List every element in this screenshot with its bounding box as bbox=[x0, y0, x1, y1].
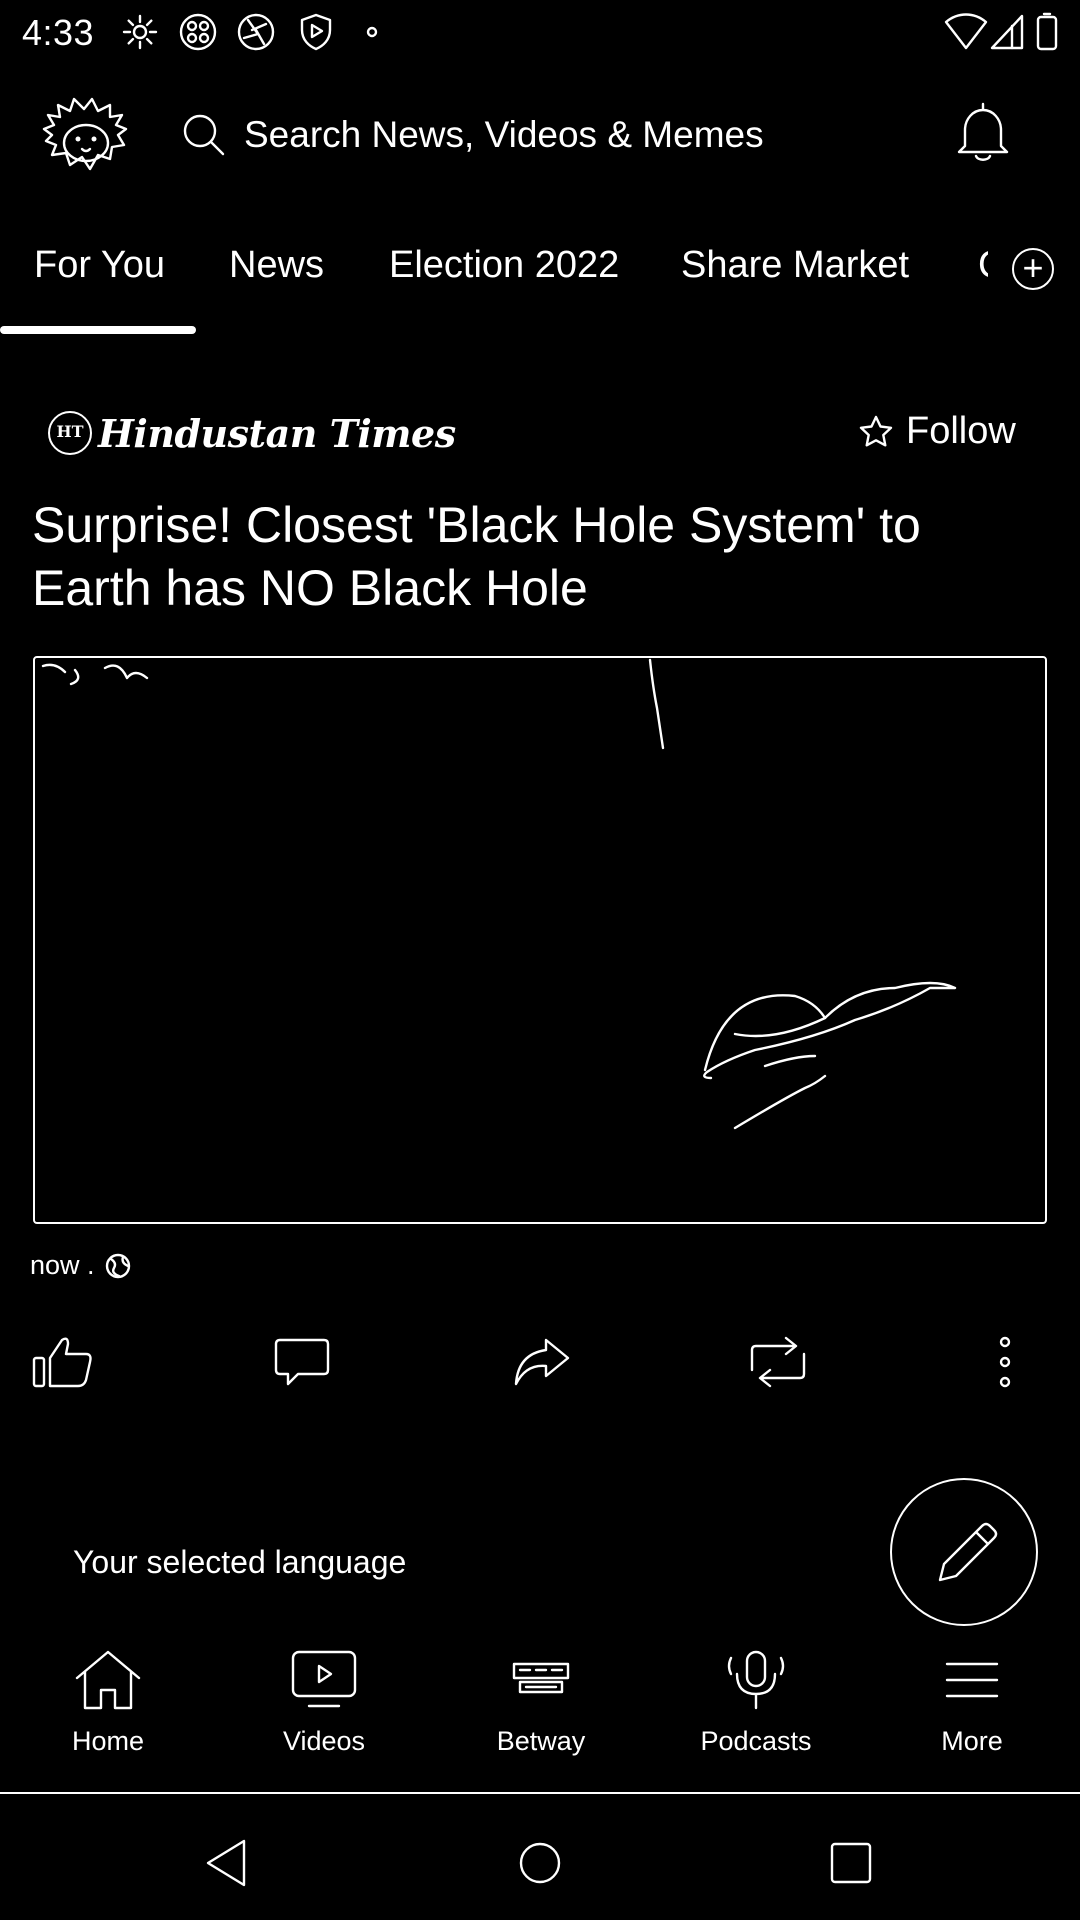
recents-icon[interactable] bbox=[823, 1835, 879, 1891]
space-planet-image[interactable] bbox=[33, 656, 1047, 1224]
nav-betway[interactable]: Betway bbox=[441, 1648, 641, 1768]
thumbs-up-icon[interactable] bbox=[32, 1334, 96, 1390]
status-time: 4:33 bbox=[22, 12, 95, 53]
home-circle-icon[interactable] bbox=[512, 1835, 568, 1891]
article-timestamp: now . bbox=[30, 1250, 95, 1280]
tab-partial[interactable]: C bbox=[978, 244, 988, 287]
language-banner-text[interactable]: Your selected language bbox=[73, 1544, 406, 1581]
tab-for-you[interactable]: For You bbox=[34, 244, 165, 287]
active-tab-indicator bbox=[0, 326, 196, 334]
home-icon bbox=[75, 1650, 141, 1710]
plus-circle-icon[interactable]: + bbox=[1012, 248, 1054, 290]
publisher-logo[interactable]: HT Hindustan Times bbox=[48, 408, 456, 458]
menu-icon bbox=[945, 1662, 999, 1698]
nav-podcasts-label: Podcasts bbox=[700, 1726, 812, 1756]
tab-share-market[interactable]: Share Market bbox=[681, 244, 909, 287]
nav-more-label: More bbox=[941, 1726, 1003, 1756]
globe-icon bbox=[105, 1253, 131, 1279]
nav-divider bbox=[0, 1792, 1080, 1794]
search-bar[interactable]: Search News, Videos & Memes bbox=[180, 100, 820, 170]
comment-icon[interactable] bbox=[270, 1334, 334, 1390]
share-icon[interactable] bbox=[510, 1334, 574, 1390]
nav-more[interactable]: More bbox=[872, 1648, 1072, 1768]
more-vertical-icon[interactable] bbox=[990, 1334, 1020, 1390]
tab-news[interactable]: News bbox=[229, 244, 324, 287]
nav-videos[interactable]: Videos bbox=[224, 1648, 424, 1768]
tab-election-2022[interactable]: Election 2022 bbox=[389, 244, 619, 287]
nav-podcasts[interactable]: Podcasts bbox=[656, 1648, 856, 1768]
search-icon bbox=[180, 111, 228, 159]
bell-icon[interactable] bbox=[955, 100, 1011, 164]
gear-icon bbox=[120, 12, 160, 52]
app-grid-icon bbox=[178, 12, 218, 52]
video-icon bbox=[291, 1650, 357, 1708]
nav-betway-label: Betway bbox=[496, 1726, 586, 1756]
wifi-icon bbox=[944, 12, 988, 52]
star-icon bbox=[858, 414, 894, 450]
back-icon[interactable] bbox=[200, 1835, 256, 1891]
shutter-icon bbox=[236, 12, 276, 52]
compose-fab[interactable] bbox=[890, 1478, 1038, 1626]
shield-play-icon bbox=[296, 12, 336, 52]
nav-home[interactable]: Home bbox=[8, 1648, 208, 1768]
hedgehog-logo-icon[interactable] bbox=[40, 95, 130, 175]
nav-videos-label: Videos bbox=[282, 1726, 366, 1756]
follow-button[interactable]: Follow bbox=[858, 410, 1016, 453]
article-headline[interactable]: Surprise! Closest 'Black Hole System' to… bbox=[32, 494, 1042, 620]
nav-home-label: Home bbox=[71, 1726, 145, 1756]
microphone-icon bbox=[727, 1650, 785, 1710]
dot-icon bbox=[364, 12, 404, 52]
cell-signal-icon bbox=[990, 12, 1030, 52]
publisher-badge: HT bbox=[48, 411, 92, 455]
pencil-icon bbox=[938, 1522, 998, 1582]
status-bar: 4:33 bbox=[0, 0, 1080, 64]
battery-icon bbox=[1036, 12, 1076, 52]
category-tabs: For You News Election 2022 Share Market … bbox=[0, 232, 1080, 302]
publisher-name: Hindustan Times bbox=[98, 410, 456, 456]
article-meta: now . bbox=[30, 1250, 131, 1281]
search-placeholder: Search News, Videos & Memes bbox=[244, 114, 764, 155]
betway-logo-icon bbox=[512, 1662, 570, 1694]
follow-label: Follow bbox=[906, 410, 1016, 452]
repost-icon[interactable] bbox=[746, 1334, 810, 1390]
